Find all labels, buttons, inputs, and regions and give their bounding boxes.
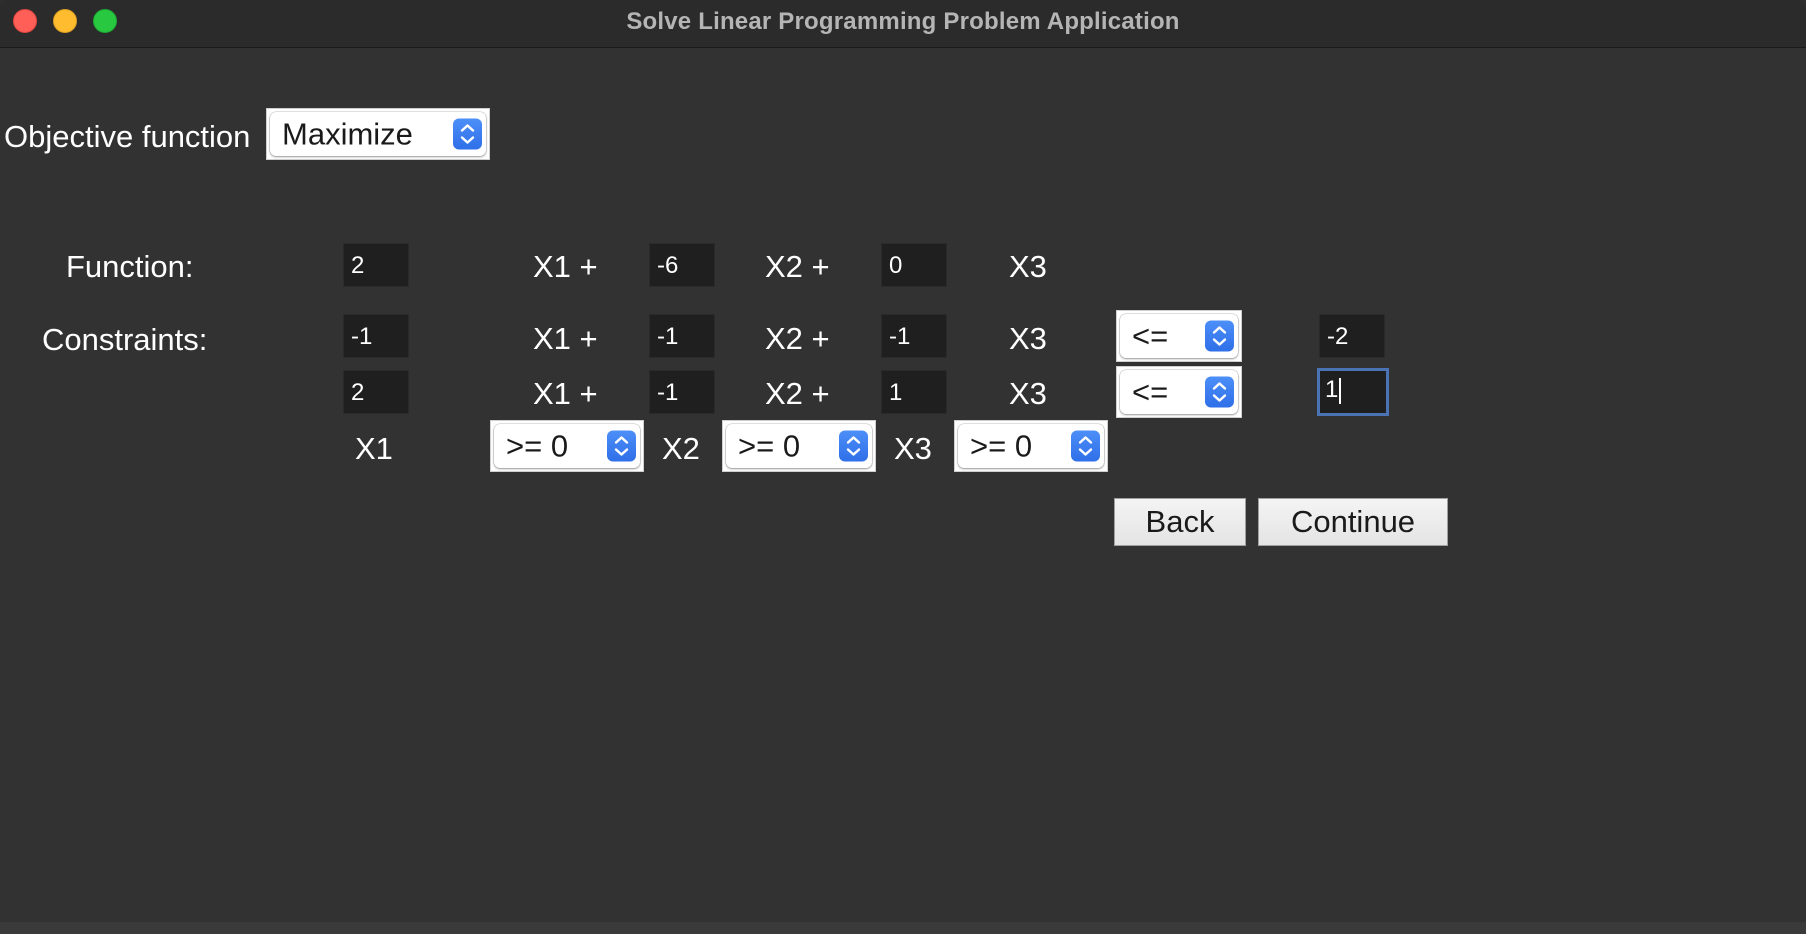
constraint-1-term-x2: X2 + bbox=[765, 321, 830, 356]
constraint-1-coefficient-x1[interactable]: -1 bbox=[343, 314, 409, 358]
text-caret bbox=[1339, 377, 1342, 404]
constraint-2-coefficient-x2[interactable]: -1 bbox=[649, 370, 715, 414]
constraint-1-coefficient-x3[interactable]: -1 bbox=[881, 314, 947, 358]
constraint-2-rhs-value: 1 bbox=[1325, 376, 1339, 403]
function-coefficient-x3[interactable]: 0 bbox=[881, 243, 947, 287]
title-bar: Solve Linear Programming Problem Applica… bbox=[0, 0, 1806, 48]
up-down-chevron-icon bbox=[607, 430, 636, 462]
sign-constraint-x1-select[interactable]: >= 0 bbox=[490, 420, 644, 472]
objective-function-label: Objective function bbox=[4, 119, 251, 154]
function-term-x1: X1 + bbox=[533, 249, 598, 284]
function-term-x2: X2 + bbox=[765, 249, 830, 284]
constraint-2-term-x1: X1 + bbox=[533, 376, 598, 411]
constraint-2-term-x3: X3 bbox=[1009, 376, 1047, 411]
sign-constraint-x1-value: >= 0 bbox=[506, 428, 569, 464]
up-down-chevron-icon bbox=[1205, 320, 1234, 352]
constraints-label: Constraints: bbox=[42, 322, 208, 357]
sign-constraint-x2-select[interactable]: >= 0 bbox=[722, 420, 876, 472]
continue-button[interactable]: Continue bbox=[1258, 498, 1448, 546]
function-term-x3: X3 bbox=[1009, 249, 1047, 284]
up-down-chevron-icon bbox=[839, 430, 868, 462]
function-coefficient-x1[interactable]: 2 bbox=[343, 243, 409, 287]
desktop-background-strip bbox=[0, 922, 1806, 934]
back-button[interactable]: Back bbox=[1114, 498, 1246, 546]
sign-constraint-x2-label: X2 bbox=[662, 431, 700, 466]
sign-constraint-x3-label: X3 bbox=[894, 431, 932, 466]
window-title: Solve Linear Programming Problem Applica… bbox=[626, 8, 1180, 35]
sign-constraint-x1-label: X1 bbox=[355, 431, 393, 466]
objective-select[interactable]: Maximize bbox=[266, 108, 490, 160]
constraint-1-operator-select[interactable]: <= bbox=[1116, 310, 1242, 362]
constraint-2-operator-select[interactable]: <= bbox=[1116, 366, 1242, 418]
up-down-chevron-icon bbox=[453, 118, 482, 150]
constraint-1-rhs[interactable]: -2 bbox=[1319, 314, 1385, 358]
up-down-chevron-icon bbox=[1205, 376, 1234, 408]
constraint-2-term-x2: X2 + bbox=[765, 376, 830, 411]
constraint-2-coefficient-x3[interactable]: 1 bbox=[881, 370, 947, 414]
constraint-1-term-x3: X3 bbox=[1009, 321, 1047, 356]
constraint-1-operator-value: <= bbox=[1132, 318, 1169, 354]
constraint-2-coefficient-x1[interactable]: 2 bbox=[343, 370, 409, 414]
constraint-1-term-x1: X1 + bbox=[533, 321, 598, 356]
sign-constraint-x3-select[interactable]: >= 0 bbox=[954, 420, 1108, 472]
constraint-2-operator-value: <= bbox=[1132, 374, 1169, 410]
objective-select-value: Maximize bbox=[282, 116, 413, 152]
app-window: Solve Linear Programming Problem Applica… bbox=[0, 0, 1806, 922]
sign-constraint-x3-value: >= 0 bbox=[970, 428, 1033, 464]
sign-constraint-x2-value: >= 0 bbox=[738, 428, 801, 464]
up-down-chevron-icon bbox=[1071, 430, 1100, 462]
constraint-2-rhs[interactable]: 1 bbox=[1317, 368, 1389, 416]
function-coefficient-x2[interactable]: -6 bbox=[649, 243, 715, 287]
constraint-1-coefficient-x2[interactable]: -1 bbox=[649, 314, 715, 358]
function-label: Function: bbox=[66, 249, 194, 284]
